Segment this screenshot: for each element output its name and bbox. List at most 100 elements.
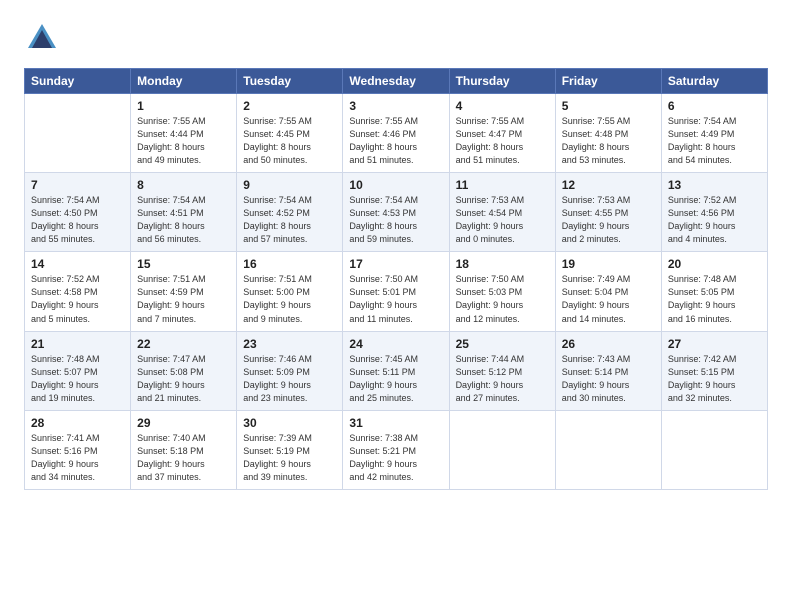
cell-info: Sunrise: 7:54 AMSunset: 4:49 PMDaylight:… <box>668 115 761 167</box>
cell-info: Sunrise: 7:48 AMSunset: 5:07 PMDaylight:… <box>31 353 124 405</box>
calendar-cell <box>555 410 661 489</box>
calendar-week-2: 7Sunrise: 7:54 AMSunset: 4:50 PMDaylight… <box>25 173 768 252</box>
day-number: 8 <box>137 178 230 192</box>
calendar-week-5: 28Sunrise: 7:41 AMSunset: 5:16 PMDayligh… <box>25 410 768 489</box>
calendar-cell: 16 Sunrise: 7:51 AMSunset: 5:00 PMDayligh… <box>237 252 343 331</box>
calendar-cell: 13 Sunrise: 7:52 AMSunset: 4:56 PMDayligh… <box>661 173 767 252</box>
calendar-cell: 30 Sunrise: 7:39 AMSunset: 5:19 PMDayligh… <box>237 410 343 489</box>
calendar-cell: 28Sunrise: 7:41 AMSunset: 5:16 PMDayligh… <box>25 410 131 489</box>
cell-info: Sunrise: 7:39 AMSunset: 5:19 PMDaylight:… <box>243 432 336 484</box>
cell-info: Sunrise: 7:54 AMSunset: 4:50 PMDaylight:… <box>31 194 124 246</box>
logo-icon <box>24 20 60 56</box>
cell-info: Sunrise: 7:51 AMSunset: 5:00 PMDaylight:… <box>243 273 336 325</box>
cell-info: Sunrise: 7:55 AMSunset: 4:45 PMDaylight:… <box>243 115 336 167</box>
day-number: 29 <box>137 416 230 430</box>
calendar-cell: 11 Sunrise: 7:53 AMSunset: 4:54 PMDayligh… <box>449 173 555 252</box>
day-number: 31 <box>349 416 442 430</box>
calendar-cell: 22Sunrise: 7:47 AMSunset: 5:08 PMDayligh… <box>131 331 237 410</box>
calendar-week-3: 14 Sunrise: 7:52 AMSunset: 4:58 PMDayligh… <box>25 252 768 331</box>
cell-info: Sunrise: 7:52 AMSunset: 4:56 PMDaylight:… <box>668 194 761 246</box>
day-number: 12 <box>562 178 655 192</box>
day-number: 3 <box>349 99 442 113</box>
calendar-cell: 3 Sunrise: 7:55 AMSunset: 4:46 PMDaylight… <box>343 94 449 173</box>
day-number: 25 <box>456 337 549 351</box>
calendar-cell: 9Sunrise: 7:54 AMSunset: 4:52 PMDaylight… <box>237 173 343 252</box>
header-day-monday: Monday <box>131 69 237 94</box>
header-row: SundayMondayTuesdayWednesdayThursdayFrid… <box>25 69 768 94</box>
cell-info: Sunrise: 7:55 AMSunset: 4:48 PMDaylight:… <box>562 115 655 167</box>
calendar-body: 1 Sunrise: 7:55 AMSunset: 4:44 PMDaylight… <box>25 94 768 490</box>
cell-info: Sunrise: 7:54 AMSunset: 4:53 PMDaylight:… <box>349 194 442 246</box>
day-number: 14 <box>31 257 124 271</box>
day-number: 26 <box>562 337 655 351</box>
calendar-header: SundayMondayTuesdayWednesdayThursdayFrid… <box>25 69 768 94</box>
cell-info: Sunrise: 7:55 AMSunset: 4:44 PMDaylight:… <box>137 115 230 167</box>
cell-info: Sunrise: 7:42 AMSunset: 5:15 PMDaylight:… <box>668 353 761 405</box>
day-number: 23 <box>243 337 336 351</box>
header-day-sunday: Sunday <box>25 69 131 94</box>
calendar-cell: 1 Sunrise: 7:55 AMSunset: 4:44 PMDaylight… <box>131 94 237 173</box>
calendar-cell: 10 Sunrise: 7:54 AMSunset: 4:53 PMDayligh… <box>343 173 449 252</box>
cell-info: Sunrise: 7:49 AMSunset: 5:04 PMDaylight:… <box>562 273 655 325</box>
cell-info: Sunrise: 7:55 AMSunset: 4:47 PMDaylight:… <box>456 115 549 167</box>
calendar-cell: 31 Sunrise: 7:38 AMSunset: 5:21 PMDayligh… <box>343 410 449 489</box>
cell-info: Sunrise: 7:50 AMSunset: 5:01 PMDaylight:… <box>349 273 442 325</box>
cell-info: Sunrise: 7:44 AMSunset: 5:12 PMDaylight:… <box>456 353 549 405</box>
header-day-wednesday: Wednesday <box>343 69 449 94</box>
cell-info: Sunrise: 7:53 AMSunset: 4:55 PMDaylight:… <box>562 194 655 246</box>
day-number: 5 <box>562 99 655 113</box>
calendar-cell <box>449 410 555 489</box>
day-number: 30 <box>243 416 336 430</box>
calendar-cell: 12 Sunrise: 7:53 AMSunset: 4:55 PMDayligh… <box>555 173 661 252</box>
day-number: 10 <box>349 178 442 192</box>
calendar-cell <box>661 410 767 489</box>
header-day-thursday: Thursday <box>449 69 555 94</box>
calendar-table: SundayMondayTuesdayWednesdayThursdayFrid… <box>24 68 768 490</box>
calendar-week-1: 1 Sunrise: 7:55 AMSunset: 4:44 PMDaylight… <box>25 94 768 173</box>
calendar-cell: 27 Sunrise: 7:42 AMSunset: 5:15 PMDayligh… <box>661 331 767 410</box>
day-number: 17 <box>349 257 442 271</box>
cell-info: Sunrise: 7:53 AMSunset: 4:54 PMDaylight:… <box>456 194 549 246</box>
day-number: 22 <box>137 337 230 351</box>
calendar-cell: 17 Sunrise: 7:50 AMSunset: 5:01 PMDayligh… <box>343 252 449 331</box>
calendar-cell <box>25 94 131 173</box>
day-number: 18 <box>456 257 549 271</box>
calendar-cell: 4 Sunrise: 7:55 AMSunset: 4:47 PMDaylight… <box>449 94 555 173</box>
day-number: 1 <box>137 99 230 113</box>
day-number: 24 <box>349 337 442 351</box>
calendar-cell: 20 Sunrise: 7:48 AMSunset: 5:05 PMDayligh… <box>661 252 767 331</box>
day-number: 6 <box>668 99 761 113</box>
cell-info: Sunrise: 7:45 AMSunset: 5:11 PMDaylight:… <box>349 353 442 405</box>
calendar-cell: 29 Sunrise: 7:40 AMSunset: 5:18 PMDayligh… <box>131 410 237 489</box>
calendar-cell: 15 Sunrise: 7:51 AMSunset: 4:59 PMDayligh… <box>131 252 237 331</box>
day-number: 16 <box>243 257 336 271</box>
day-number: 11 <box>456 178 549 192</box>
cell-info: Sunrise: 7:38 AMSunset: 5:21 PMDaylight:… <box>349 432 442 484</box>
cell-info: Sunrise: 7:54 AMSunset: 4:52 PMDaylight:… <box>243 194 336 246</box>
day-number: 19 <box>562 257 655 271</box>
calendar-cell: 14 Sunrise: 7:52 AMSunset: 4:58 PMDayligh… <box>25 252 131 331</box>
day-number: 13 <box>668 178 761 192</box>
day-number: 4 <box>456 99 549 113</box>
calendar-cell: 21Sunrise: 7:48 AMSunset: 5:07 PMDayligh… <box>25 331 131 410</box>
cell-info: Sunrise: 7:50 AMSunset: 5:03 PMDaylight:… <box>456 273 549 325</box>
header-day-tuesday: Tuesday <box>237 69 343 94</box>
cell-info: Sunrise: 7:46 AMSunset: 5:09 PMDaylight:… <box>243 353 336 405</box>
cell-info: Sunrise: 7:43 AMSunset: 5:14 PMDaylight:… <box>562 353 655 405</box>
day-number: 28 <box>31 416 124 430</box>
cell-info: Sunrise: 7:48 AMSunset: 5:05 PMDaylight:… <box>668 273 761 325</box>
day-number: 2 <box>243 99 336 113</box>
day-number: 15 <box>137 257 230 271</box>
cell-info: Sunrise: 7:52 AMSunset: 4:58 PMDaylight:… <box>31 273 124 325</box>
calendar-cell: 18 Sunrise: 7:50 AMSunset: 5:03 PMDayligh… <box>449 252 555 331</box>
cell-info: Sunrise: 7:40 AMSunset: 5:18 PMDaylight:… <box>137 432 230 484</box>
calendar-cell: 7Sunrise: 7:54 AMSunset: 4:50 PMDaylight… <box>25 173 131 252</box>
day-number: 20 <box>668 257 761 271</box>
cell-info: Sunrise: 7:51 AMSunset: 4:59 PMDaylight:… <box>137 273 230 325</box>
header <box>24 20 768 56</box>
cell-info: Sunrise: 7:55 AMSunset: 4:46 PMDaylight:… <box>349 115 442 167</box>
day-number: 27 <box>668 337 761 351</box>
page: SundayMondayTuesdayWednesdayThursdayFrid… <box>0 0 792 506</box>
calendar-cell: 2 Sunrise: 7:55 AMSunset: 4:45 PMDaylight… <box>237 94 343 173</box>
calendar-cell: 26 Sunrise: 7:43 AMSunset: 5:14 PMDayligh… <box>555 331 661 410</box>
